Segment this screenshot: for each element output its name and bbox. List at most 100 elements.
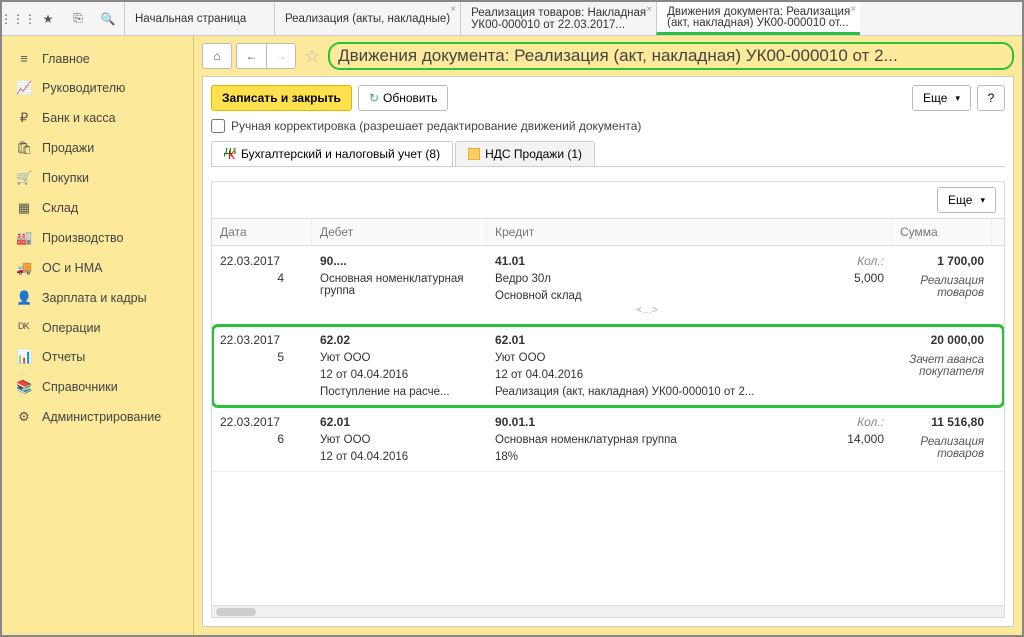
sidebar-item-12[interactable]: ⚙Администрирование	[2, 402, 193, 432]
tab-title: Начальная страница	[135, 13, 264, 25]
sidebar-item-4[interactable]: 🛒Покупки	[2, 163, 193, 193]
more-button[interactable]: Еще	[912, 85, 971, 111]
entry-date: 22.03.2017	[220, 415, 304, 429]
sidebar-item-0[interactable]: ≡ Главное	[2, 44, 193, 73]
debit-sub: Поступление на расче...	[320, 386, 479, 398]
tab-title: Реализация товаров: Накладная	[471, 7, 646, 19]
debit-account: 62.02	[320, 333, 479, 347]
entry-date: 22.03.2017	[220, 254, 304, 268]
sidebar-label: Покупки	[42, 171, 89, 185]
tab-close-icon[interactable]: ×	[646, 4, 652, 15]
page-title: Движения документа: Реализация (акт, нак…	[338, 46, 898, 65]
manual-edit-checkbox[interactable]	[211, 119, 225, 133]
credit-account: 62.01	[495, 333, 799, 347]
apps-icon[interactable]: ⋮⋮⋮	[8, 9, 28, 29]
qty-value: 5,000	[815, 271, 884, 285]
favorites-icon[interactable]: ★	[38, 9, 58, 29]
sidebar-label: Зарплата и кадры	[42, 291, 147, 305]
horizontal-scrollbar[interactable]	[212, 605, 1004, 617]
sidebar-item-5[interactable]: ▦Склад	[2, 193, 193, 223]
vat-icon	[468, 148, 480, 160]
tab-close-icon[interactable]: ×	[450, 4, 456, 15]
grid-more-button[interactable]: Еще	[937, 187, 996, 213]
sidebar-item-11[interactable]: 📚Справочники	[2, 372, 193, 402]
tab-subtitle: (акт, накладная) УК00-000010 от...	[667, 17, 850, 28]
sidebar-item-7[interactable]: 🚚ОС и НМА	[2, 253, 193, 283]
table-row[interactable]: 22.03.2017662.01Уют ООО12 от 04.04.20169…	[212, 407, 1004, 472]
refresh-button[interactable]: Обновить	[358, 85, 448, 111]
table-row[interactable]: 22.03.2017490....Основная номенклатурная…	[212, 246, 1004, 325]
debit-sub: 12 от 04.04.2016	[320, 451, 479, 463]
col-date[interactable]: Дата	[212, 219, 312, 245]
subtab-label: НДС Продажи (1)	[485, 147, 582, 161]
sidebar-label: Продажи	[42, 141, 94, 155]
tab-1[interactable]: Реализация (акты, накладные)×	[274, 2, 460, 35]
sidebar-icon: 🚚	[16, 260, 32, 276]
sidebar-icon: ≡	[16, 51, 32, 66]
home-button[interactable]: ⌂	[202, 43, 232, 69]
sidebar-item-9[interactable]: ᴰᴷОперации	[2, 313, 193, 342]
credit-sub: Реализация (акт, накладная) УК00-000010 …	[495, 386, 799, 398]
subtab-0[interactable]: ДтКтБухгалтерский и налоговый учет (8)	[211, 141, 453, 166]
credit-sub: 18%	[495, 451, 799, 463]
table-row[interactable]: 22.03.2017562.02Уют ООО12 от 04.04.2016П…	[212, 325, 1004, 407]
sidebar-icon: ▦	[16, 200, 32, 216]
sidebar-icon: 📊	[16, 349, 32, 365]
sum-value: 11 516,80	[900, 415, 984, 429]
col-sum[interactable]: Сумма	[892, 219, 992, 245]
subtab-label: Бухгалтерский и налоговый учет (8)	[241, 147, 440, 161]
debit-sub: Уют ООО	[320, 352, 479, 364]
forward-button[interactable]: →	[266, 43, 296, 69]
sidebar: ≡ Главное 📈Руководителю₽Банк и касса🛍Прода…	[2, 36, 194, 635]
tab-close-icon[interactable]: ×	[850, 4, 856, 15]
sidebar-item-10[interactable]: 📊 Отчеты	[2, 342, 193, 372]
subtab-1[interactable]: НДС Продажи (1)	[455, 141, 595, 166]
entry-seq: 4	[220, 271, 304, 285]
sidebar-item-6[interactable]: 🏭 Производство	[2, 223, 193, 253]
save-close-button[interactable]: Записать и закрыть	[211, 85, 352, 111]
sum-desc: Зачет аванса покупателя	[900, 354, 984, 378]
sidebar-item-3[interactable]: 🛍Продажи	[2, 133, 193, 163]
manual-edit-label: Ручная корректировка (разрешает редактир…	[231, 119, 641, 133]
col-credit[interactable]: Кредит	[487, 219, 892, 245]
sidebar-label: Главное	[42, 52, 90, 66]
sidebar-item-1[interactable]: 📈Руководителю	[2, 73, 193, 103]
sum-value: 20 000,00	[900, 333, 984, 347]
sidebar-item-8[interactable]: 👤 Зарплата и кадры	[2, 283, 193, 313]
sidebar-label: Отчеты	[42, 350, 85, 364]
credit-sub: <…>	[495, 305, 799, 316]
back-button[interactable]: ←	[236, 43, 266, 69]
favorite-star-icon[interactable]: ☆	[304, 46, 320, 67]
sidebar-icon: 🏭	[16, 230, 32, 246]
refresh-icon	[369, 91, 379, 105]
page-header: ⌂ ← → ☆ Движения документа: Реализация (…	[202, 42, 1014, 70]
sidebar-icon: ⚙	[16, 409, 32, 425]
sidebar-label: Производство	[42, 231, 124, 245]
help-button[interactable]: ?	[977, 85, 1005, 111]
sidebar-item-2[interactable]: ₽Банк и касса	[2, 103, 193, 133]
debit-sub: 12 от 04.04.2016	[320, 369, 479, 381]
col-debit[interactable]: Дебет	[312, 219, 487, 245]
svg-text:Кт: Кт	[228, 148, 236, 160]
grid-toolbar: Еще	[212, 182, 1004, 218]
grid-header: Дата Дебет Кредит Сумма	[212, 218, 1004, 246]
manual-edit-row: Ручная корректировка (разрешает редактир…	[211, 119, 1005, 133]
tab-2[interactable]: Реализация товаров: НакладнаяУК00-000010…	[460, 2, 656, 35]
tab-0[interactable]: Начальная страница	[124, 2, 274, 35]
entry-date: 22.03.2017	[220, 333, 304, 347]
tab-title: Реализация (акты, накладные)	[285, 13, 450, 25]
sidebar-label: Справочники	[42, 380, 118, 394]
tab-3[interactable]: Движения документа: Реализация(акт, накл…	[656, 2, 860, 35]
tab-strip: Начальная страница Реализация (акты, накл…	[124, 2, 1022, 35]
grid-body[interactable]: 22.03.2017490....Основная номенклатурная…	[212, 246, 1004, 605]
main-area: ⌂ ← → ☆ Движения документа: Реализация (…	[194, 36, 1022, 635]
sum-value: 1 700,00	[900, 254, 984, 268]
history-icon[interactable]: ⎘	[68, 9, 88, 29]
sum-desc: Реализация товаров	[900, 436, 984, 460]
entry-seq: 6	[220, 432, 304, 446]
tab-title: Движения документа: Реализация	[667, 6, 850, 17]
sidebar-icon: 👤	[16, 290, 32, 306]
search-icon[interactable]: 🔍	[98, 9, 118, 29]
tab-subtitle: УК00-000010 от 22.03.2017...	[471, 19, 646, 31]
qty-label: Кол.:	[815, 254, 884, 268]
